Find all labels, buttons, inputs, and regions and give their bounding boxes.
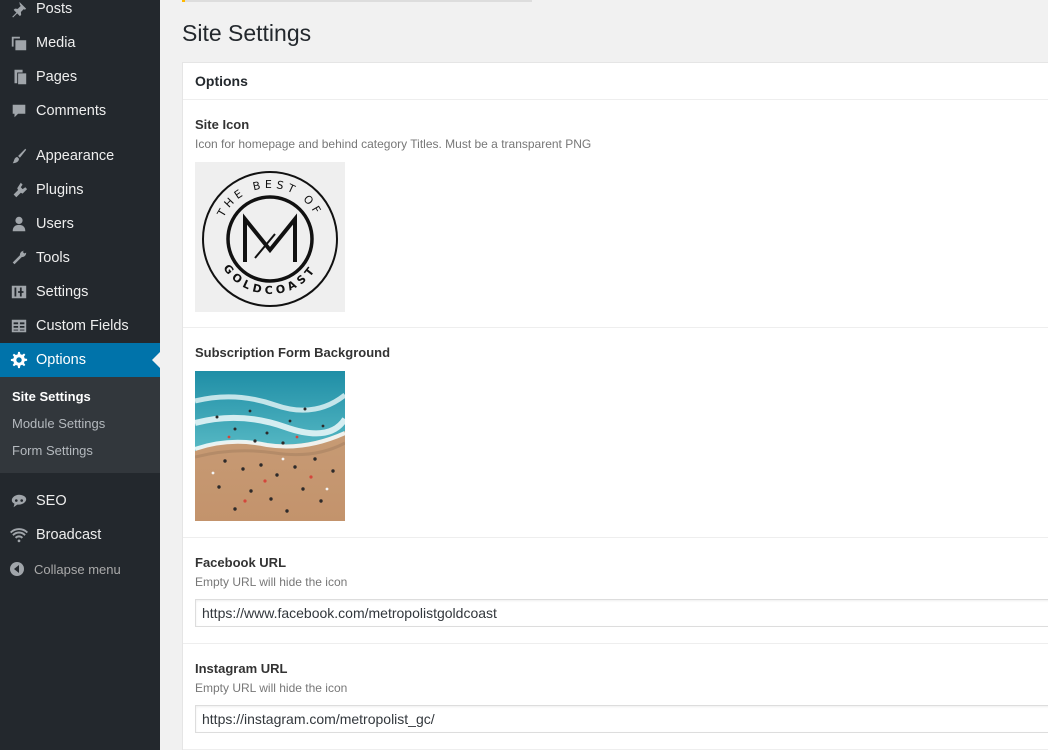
site-icon-label: Site Icon xyxy=(195,117,250,132)
sidebar-item-pages[interactable]: Pages xyxy=(0,60,160,94)
site-icon-description: Icon for homepage and behind category Ti… xyxy=(195,137,592,151)
sidebar-item-media[interactable]: Media xyxy=(0,26,160,60)
sidebar-item-label: SEO xyxy=(36,493,67,509)
site-icon-image[interactable]: THE BEST OF GOLDCOAST xyxy=(195,162,345,312)
pin-icon xyxy=(0,0,36,18)
sidebar-item-tools[interactable]: Tools xyxy=(0,241,160,275)
submenu-item-form-settings[interactable]: Form Settings xyxy=(12,443,93,458)
sidebar-item-custom-fields[interactable]: Custom Fields xyxy=(0,309,160,343)
sidebar-item-options[interactable]: Options xyxy=(0,343,160,377)
plug-icon xyxy=(0,181,36,199)
instagram-url-description: Empty URL will hide the icon xyxy=(195,681,348,695)
sidebar-item-label: Media xyxy=(36,35,76,51)
page-title: Site Settings xyxy=(182,20,312,46)
collapse-menu-button[interactable]: Collapse menu xyxy=(0,556,160,582)
user-icon xyxy=(0,215,36,233)
instagram-url-field: Instagram URL Empty URL will hide the ic… xyxy=(183,644,1048,750)
panel-title: Options xyxy=(183,63,1048,100)
sidebar-item-settings[interactable]: Settings xyxy=(0,275,160,309)
sidebar-item-label: Broadcast xyxy=(36,527,102,543)
sidebar-item-label: Settings xyxy=(36,284,89,300)
sidebar-item-comments[interactable]: Comments xyxy=(0,94,160,128)
facebook-url-description: Empty URL will hide the icon xyxy=(195,575,348,589)
brush-icon xyxy=(0,147,36,165)
comment-icon xyxy=(0,102,36,120)
media-icon xyxy=(0,34,36,52)
instagram-url-label: Instagram URL xyxy=(195,661,288,676)
facebook-url-input[interactable] xyxy=(195,599,1048,627)
wrench-icon xyxy=(0,249,36,267)
wifi-icon xyxy=(0,526,36,544)
sidebar-item-label: Tools xyxy=(36,250,70,266)
pages-icon xyxy=(0,68,36,86)
instagram-url-input[interactable] xyxy=(195,705,1048,733)
subscription-bg-image[interactable] xyxy=(195,371,345,521)
options-submenu: Site Settings Module Settings Form Setti… xyxy=(0,377,160,473)
sidebar-item-seo[interactable]: SEO xyxy=(0,484,160,518)
subscription-bg-field: Subscription Form Background xyxy=(183,328,1048,538)
site-icon-field: Site Icon Icon for homepage and behind c… xyxy=(183,100,1048,328)
sidebar-item-label: Plugins xyxy=(36,182,84,198)
collapse-menu-label: Collapse menu xyxy=(34,561,121,577)
submenu-item-module-settings[interactable]: Module Settings xyxy=(12,416,105,431)
sidebar-item-appearance[interactable]: Appearance xyxy=(0,139,160,173)
main-content: Site Settings Options Site Icon Icon for… xyxy=(160,0,1048,750)
sidebar-item-label: Pages xyxy=(36,69,78,85)
notice-bar xyxy=(182,0,532,2)
seo-icon xyxy=(0,492,36,510)
submenu-item-site-settings[interactable]: Site Settings xyxy=(12,389,91,404)
sidebar-item-label: Posts xyxy=(36,1,73,17)
sidebar-item-posts[interactable]: Posts xyxy=(0,0,160,26)
sidebar-item-label: Comments xyxy=(36,103,107,119)
sidebar-item-label: Appearance xyxy=(36,148,115,164)
admin-sidebar: Posts Media Pages Comments Appearance Pl… xyxy=(0,0,160,750)
sidebar-item-plugins[interactable]: Plugins xyxy=(0,173,160,207)
beach-photo xyxy=(195,371,345,521)
sidebar-item-broadcast[interactable]: Broadcast xyxy=(0,518,160,552)
sidebar-item-label: Users xyxy=(36,216,74,232)
facebook-url-field: Facebook URL Empty URL will hide the ico… xyxy=(183,538,1048,644)
gear-icon xyxy=(0,351,36,369)
facebook-url-label: Facebook URL xyxy=(195,555,287,570)
sidebar-item-label: Options xyxy=(36,352,86,368)
metropolist-logo: THE BEST OF GOLDCOAST xyxy=(202,171,338,307)
sidebar-item-label: Custom Fields xyxy=(36,318,129,334)
collapse-arrow-icon xyxy=(0,561,34,577)
sidebar-item-users[interactable]: Users xyxy=(0,207,160,241)
subscription-bg-label: Subscription Form Background xyxy=(195,345,391,360)
table-icon xyxy=(0,317,36,335)
sliders-icon xyxy=(0,283,36,301)
options-panel: Options Site Icon Icon for homepage and … xyxy=(182,62,1048,750)
